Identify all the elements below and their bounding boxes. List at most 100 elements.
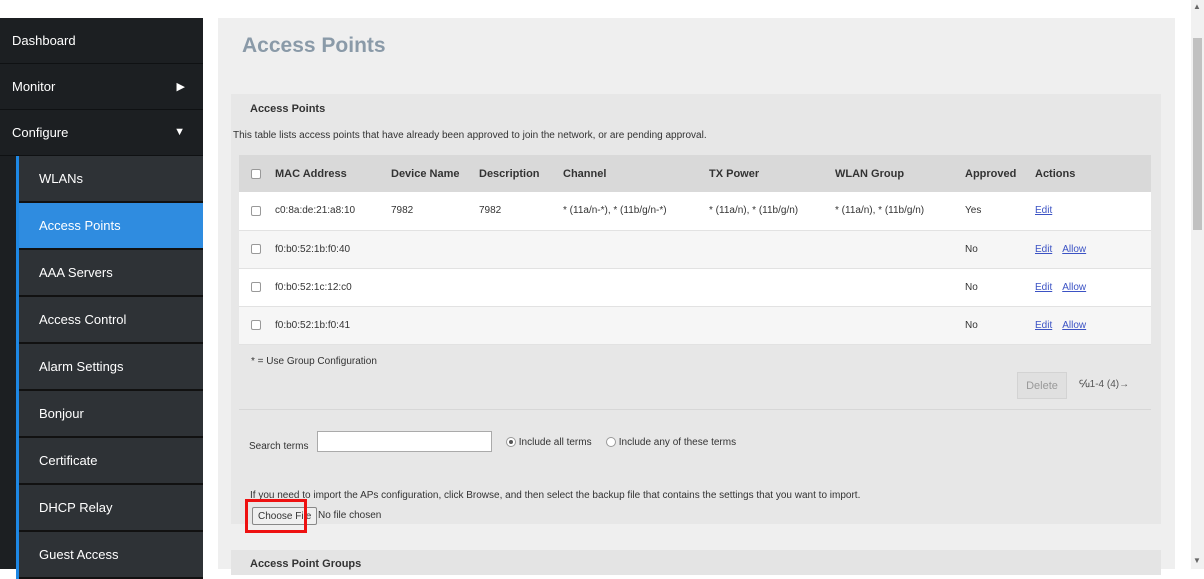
col-mac-address[interactable]: MAC Address xyxy=(269,155,385,192)
import-instructions: If you need to import the APs configurat… xyxy=(250,490,861,501)
edit-link[interactable]: Edit xyxy=(1035,320,1052,331)
cell-tx-power xyxy=(703,268,829,306)
radio-include-any[interactable]: Include any of these terms xyxy=(606,437,736,448)
cell-tx-power: * (11a/n), * (11b/g/n) xyxy=(709,205,799,217)
col-tx-power[interactable]: TX Power xyxy=(703,155,829,192)
cell-description xyxy=(473,268,557,306)
chevron-right-icon: ▶ xyxy=(176,81,185,93)
sidebar-item-label: Alarm Settings xyxy=(39,359,124,374)
search-label: Search terms xyxy=(249,441,309,452)
edit-link[interactable]: Edit xyxy=(1035,282,1052,293)
sidebar-item-label: WLANs xyxy=(39,171,84,186)
edit-link[interactable]: Edit xyxy=(1035,244,1052,255)
cell-actions: Edit Allow xyxy=(1029,230,1151,268)
sidebar-item-access-control[interactable]: Access Control xyxy=(19,297,203,344)
cell-tx-power xyxy=(703,306,829,344)
cell-wlan-group: * (11a/n), * (11b/g/n) xyxy=(835,205,925,217)
select-all-checkbox[interactable] xyxy=(251,168,261,179)
sidebar-item-guest-access[interactable]: Guest Access xyxy=(19,532,203,579)
cell-channel xyxy=(557,230,703,268)
cell-actions: Edit Allow xyxy=(1029,268,1151,306)
sidebar-item-dhcp-relay[interactable]: DHCP Relay xyxy=(19,485,203,532)
cell-actions: Edit Allow xyxy=(1029,306,1151,344)
table-row: f0:b0:52:1b:f0:40 No Edit Allow xyxy=(239,230,1151,268)
scroll-up-icon[interactable]: ▲ xyxy=(1193,2,1201,11)
nav-configure[interactable]: Configure ▼ xyxy=(0,110,203,156)
col-channel[interactable]: Channel xyxy=(557,155,703,192)
sidebar: Dashboard Monitor ▶ Configure ▼ WLANs Acce… xyxy=(0,18,203,579)
cell-description xyxy=(473,230,557,268)
cell-description: 7982 xyxy=(479,205,502,217)
sidebar-item-aaa-servers[interactable]: AAA Servers xyxy=(19,250,203,297)
sidebar-item-label: Access Points xyxy=(39,218,121,233)
sidebar-item-access-points[interactable]: Access Points xyxy=(19,203,203,250)
cell-mac: f0:b0:52:1b:f0:40 xyxy=(275,243,351,255)
cell-device xyxy=(385,230,473,268)
row-checkbox[interactable] xyxy=(251,281,261,292)
cell-description xyxy=(473,306,557,344)
divider xyxy=(239,409,1151,410)
cell-mac: c0:8a:de:21:a8:10 xyxy=(275,205,356,217)
main-content: Access Points Access Points This table l… xyxy=(218,18,1175,575)
cell-channel xyxy=(557,268,703,306)
radio-include-all-label: Include all terms xyxy=(518,437,592,448)
allow-link[interactable]: Allow xyxy=(1062,244,1086,255)
configure-subnav: WLANs Access Points AAA Servers Access C… xyxy=(16,156,203,579)
scroll-down-icon[interactable]: ▼ xyxy=(1193,556,1201,565)
cell-device: 7982 xyxy=(391,205,414,217)
sidebar-item-label: DHCP Relay xyxy=(39,500,113,515)
col-wlan-group[interactable]: WLAN Group xyxy=(829,155,959,192)
col-description[interactable]: Description xyxy=(473,155,557,192)
table-row: f0:b0:52:1b:f0:41 No Edit Allow xyxy=(239,306,1151,344)
cell-wlan-group xyxy=(829,268,959,306)
cell-approved: No xyxy=(965,243,978,255)
nav-dashboard[interactable]: Dashboard xyxy=(0,18,203,64)
scrollbar[interactable]: ▲ ▼ xyxy=(1191,0,1204,569)
sidebar-item-label: AAA Servers xyxy=(39,265,113,280)
col-approved[interactable]: Approved xyxy=(959,155,1029,192)
table-row: c0:8a:de:21:a8:10 7982 7982 * (11a/n-*),… xyxy=(239,192,1151,230)
highlight-box xyxy=(245,499,307,533)
sidebar-item-wlans[interactable]: WLANs xyxy=(19,156,203,203)
panel-title: Access Point Groups xyxy=(250,558,362,570)
row-checkbox[interactable] xyxy=(251,205,261,216)
edit-link[interactable]: Edit xyxy=(1035,205,1052,216)
cell-mac: f0:b0:52:1b:f0:41 xyxy=(275,319,351,331)
radio-include-all[interactable]: Include all terms xyxy=(506,437,592,448)
sidebar-item-label: Certificate xyxy=(39,453,98,468)
panel-title: Access Points xyxy=(250,103,326,115)
col-device-name[interactable]: Device Name xyxy=(385,155,473,192)
radio-include-any-label: Include any of these terms xyxy=(618,437,737,448)
page-title: Access Points xyxy=(242,34,386,57)
allow-link[interactable]: Allow xyxy=(1062,282,1086,293)
no-file-chosen-label: No file chosen xyxy=(318,510,382,521)
radio-selected-icon[interactable] xyxy=(506,437,516,448)
allow-link[interactable]: Allow xyxy=(1062,320,1086,331)
nav-dashboard-label: Dashboard xyxy=(12,33,76,48)
nav-monitor[interactable]: Monitor ▶ xyxy=(0,64,203,110)
sidebar-item-label: Access Control xyxy=(39,312,127,327)
cell-channel: * (11a/n-*), * (11b/g/n-*) xyxy=(563,205,667,217)
sidebar-item-bonjour[interactable]: Bonjour xyxy=(19,391,203,438)
access-points-panel: Access Points This table lists access po… xyxy=(231,94,1161,533)
cell-channel xyxy=(557,306,703,344)
access-points-table: MAC Address Device Name Description Chan… xyxy=(239,155,1151,345)
sidebar-item-alarm-settings[interactable]: Alarm Settings xyxy=(19,344,203,391)
radio-unselected-icon[interactable] xyxy=(606,437,616,448)
row-checkbox[interactable] xyxy=(251,243,261,254)
cell-device xyxy=(385,268,473,306)
cell-wlan-group xyxy=(829,230,959,268)
delete-button[interactable]: Delete xyxy=(1017,372,1067,399)
pagination[interactable]: ℆1-4 (4)→ xyxy=(1079,379,1129,390)
cell-actions: Edit xyxy=(1029,192,1151,230)
sidebar-item-label: Bonjour xyxy=(39,406,84,421)
cell-tx-power xyxy=(703,230,829,268)
col-actions: Actions xyxy=(1035,167,1076,180)
sidebar-item-label: Guest Access xyxy=(39,547,119,562)
sidebar-item-certificate[interactable]: Certificate xyxy=(19,438,203,485)
cell-approved: Yes xyxy=(965,205,982,217)
scroll-thumb[interactable] xyxy=(1193,38,1202,230)
search-input[interactable] xyxy=(317,431,492,452)
row-checkbox[interactable] xyxy=(251,319,261,330)
cell-approved: No xyxy=(965,319,978,331)
